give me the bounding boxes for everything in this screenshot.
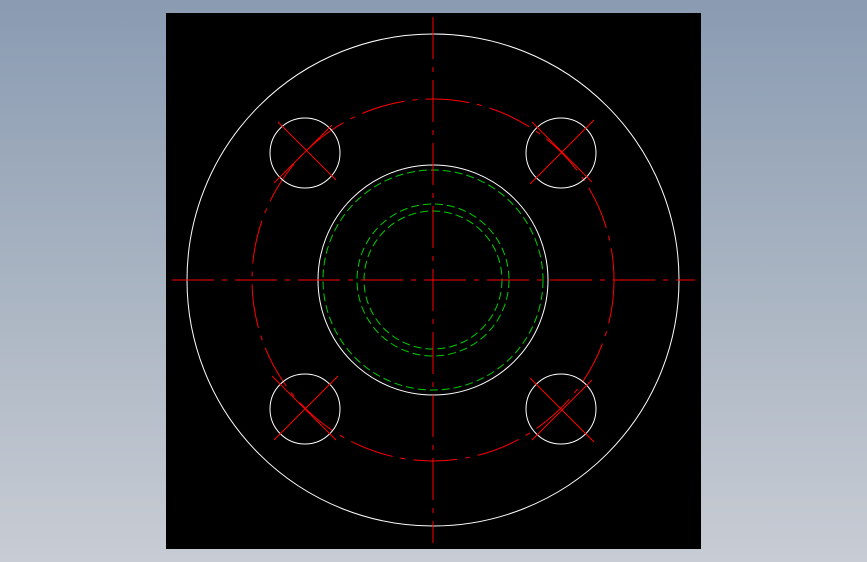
- bolt-hole-centerline: [273, 124, 333, 184]
- bolt-hole-bottom-left: [269, 373, 341, 445]
- bolt-hole-top-right: [525, 117, 597, 189]
- bolt-hole-top-left: [269, 117, 341, 189]
- bolt-hole-centerline: [277, 121, 337, 181]
- bolt-hole-centerline: [271, 375, 337, 441]
- bolt-hole-circle: [269, 117, 341, 189]
- bolt-hole-centerline: [273, 375, 339, 441]
- cad-window: { "colors": { "background": "#000000", "…: [0, 0, 867, 562]
- drawing-viewport[interactable]: [166, 13, 701, 549]
- bolt-hole-bottom-right: [525, 373, 597, 445]
- flange-drawing: [172, 17, 695, 543]
